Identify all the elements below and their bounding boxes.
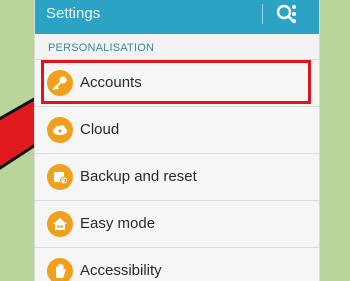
settings-screen: Settings PERSONALISATION Accounts Cloud … bbox=[35, 0, 319, 281]
list-item-label: Accessibility bbox=[80, 262, 162, 279]
list-item-backup-and-reset[interactable]: Backup and reset bbox=[35, 153, 319, 200]
list-item-label: Backup and reset bbox=[80, 168, 197, 185]
app-bar-divider bbox=[262, 4, 263, 24]
list-item-cloud[interactable]: Cloud bbox=[35, 106, 319, 153]
page-title: Settings bbox=[46, 5, 101, 22]
list-item-label: Easy mode bbox=[80, 215, 156, 232]
section-header: PERSONALISATION bbox=[48, 42, 155, 54]
easy-mode-icon bbox=[47, 211, 73, 237]
list-item-label: Cloud bbox=[80, 121, 120, 138]
list-item-accessibility[interactable]: Accessibility bbox=[35, 247, 319, 281]
hand-icon bbox=[47, 258, 73, 281]
backup-icon bbox=[47, 164, 73, 190]
list-item-accounts[interactable]: Accounts bbox=[35, 59, 319, 106]
cloud-icon bbox=[47, 117, 73, 143]
list-item-easy-mode[interactable]: Easy mode bbox=[35, 200, 319, 247]
app-bar: Settings bbox=[35, 0, 319, 34]
more-vert-icon[interactable] bbox=[289, 3, 299, 25]
highlight-box bbox=[41, 60, 311, 104]
settings-list: Accounts Cloud Backup and reset Easy mod… bbox=[35, 59, 319, 281]
